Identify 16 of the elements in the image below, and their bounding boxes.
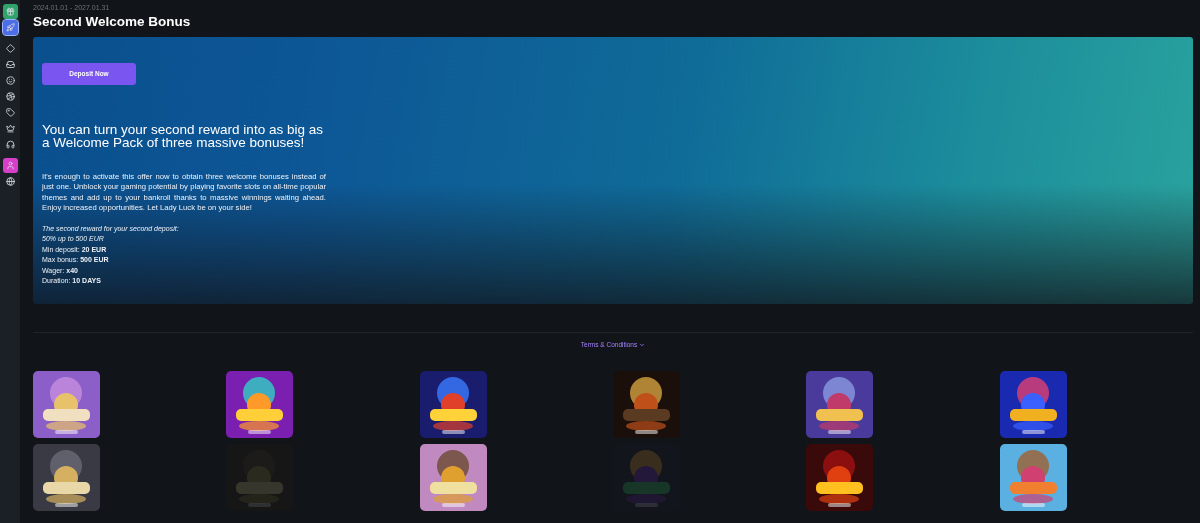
sidebar-button[interactable] xyxy=(2,158,18,173)
crown-icon xyxy=(5,124,15,133)
sidebar-button[interactable] xyxy=(2,4,18,19)
ball-icon xyxy=(5,92,15,101)
headset-icon xyxy=(5,140,15,149)
page-title: Second Welcome Bonus xyxy=(33,14,192,30)
tag-icon xyxy=(5,108,15,117)
diamond-icon xyxy=(5,44,15,53)
smiley-icon xyxy=(5,76,15,85)
chevron-icon xyxy=(639,341,646,348)
user-icon xyxy=(5,161,15,170)
rocket-icon xyxy=(5,23,15,32)
banner-heading: You can turn your second reward into as big as a Welcome Pack of three massive bonuses! xyxy=(42,122,324,150)
gift-icon xyxy=(5,7,15,16)
globe-icon xyxy=(5,177,15,186)
tray-icon xyxy=(5,60,15,69)
